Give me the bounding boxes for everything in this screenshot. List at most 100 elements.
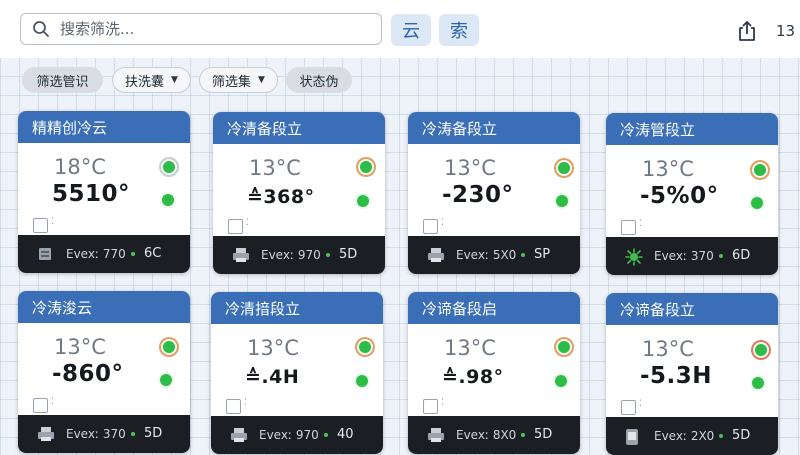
- card-temperature: 13°C: [444, 336, 496, 360]
- device-card-1[interactable]: 精精创冷云 18°C 5510° ⁚ Evexː 770 6C: [18, 111, 190, 273]
- caret-down-icon: ▼: [171, 75, 178, 85]
- online-indicator-icon: [556, 195, 568, 207]
- card-title: 冷涛管段立: [606, 113, 778, 145]
- card-temperature: 13°C: [642, 337, 694, 361]
- drag-handle-icon: ⁚: [51, 217, 54, 227]
- card-model: Evexː 970: [261, 248, 321, 262]
- card-model: Evexː 5X0: [456, 248, 517, 262]
- card-footer: Evexː 770 6C: [18, 235, 190, 273]
- status-indicator-icon: [163, 161, 175, 173]
- search-box[interactable]: [20, 13, 382, 45]
- card-value: ≙.98°: [442, 366, 504, 388]
- status-indicator-icon: [755, 344, 767, 356]
- search-input[interactable]: [58, 19, 362, 39]
- drag-handle-icon: ⁚: [246, 218, 249, 228]
- card-footer: Evexː 970 5D: [213, 236, 385, 274]
- card-title: 冷谛备段启: [408, 292, 580, 324]
- filter-chip-1[interactable]: 筛选管识: [22, 67, 103, 93]
- footer-status-dot: [131, 252, 135, 256]
- online-indicator-icon: [357, 195, 369, 207]
- device-card-5[interactable]: 冷涛浚云 13°C -860° ⁚ Evexː 370 5D: [18, 291, 190, 453]
- select-checkbox[interactable]: [423, 399, 438, 414]
- card-title: 冷清揞段立: [211, 292, 383, 324]
- filter-chip-label: 状态伪: [299, 74, 339, 90]
- card-code: 5D: [534, 427, 553, 442]
- filter-dropdown-2[interactable]: 扶洗囊 ▼: [112, 67, 191, 93]
- search-button[interactable]: 索: [439, 14, 479, 46]
- online-indicator-icon: [752, 377, 764, 389]
- card-temperature: 13°C: [444, 156, 496, 180]
- printer-icon: [428, 248, 444, 262]
- status-indicator-icon: [359, 341, 371, 353]
- card-model: Evexː 370: [66, 427, 126, 441]
- filter-chip-4[interactable]: 状态伪: [286, 67, 352, 93]
- card-value: ≙368°: [247, 186, 315, 208]
- device-card-2[interactable]: 冷清备段立 13°C ≙368° ⁚ Evexː 970 5D: [213, 112, 385, 274]
- card-value: -5.3H: [640, 363, 713, 389]
- online-indicator-icon: [555, 375, 567, 387]
- card-model: Evexː 370: [654, 249, 714, 263]
- card-temperature: 13°C: [642, 157, 694, 181]
- device-card-7[interactable]: 冷谛备段启 13°C ≙.98° ⁚ Evexː 8X0 5D: [408, 292, 580, 454]
- online-indicator-icon: [751, 197, 763, 209]
- card-temperature: 18°C: [54, 155, 106, 179]
- top-bar: 云 索 13: [0, 0, 800, 58]
- footer-status-dot: [719, 254, 723, 258]
- select-checkbox[interactable]: [33, 398, 48, 413]
- result-count: 13: [776, 22, 796, 40]
- card-temperature: 13°C: [54, 335, 106, 359]
- card-code: 6C: [144, 246, 162, 261]
- status-indicator-icon: [754, 164, 766, 176]
- select-checkbox[interactable]: [423, 219, 438, 234]
- filter-chip-label: 扶洗囊: [125, 74, 165, 90]
- device-card-3[interactable]: 冷涛备段立 13°C -230° ⁚ Evexː 5X0 SP: [408, 112, 580, 274]
- status-indicator-icon: [558, 162, 570, 174]
- footer-status-dot: [521, 433, 525, 437]
- drag-handle-icon: ⁚: [441, 218, 444, 228]
- card-footer: Evexː 370 5D: [18, 415, 190, 453]
- card-footer: Evexː 8X0 5D: [408, 416, 580, 454]
- card-footer: Evexː 5X0 SP: [408, 236, 580, 274]
- server-icon: [39, 248, 51, 260]
- cloud-button[interactable]: 云: [391, 14, 431, 46]
- select-checkbox[interactable]: [621, 400, 636, 415]
- printer-icon: [233, 248, 249, 262]
- card-code: 5D: [732, 428, 751, 443]
- device-card-4[interactable]: 冷涛管段立 13°C -5%0° ⁚ Evexː 370 6D: [606, 113, 778, 275]
- drag-handle-icon: ⁚: [244, 398, 247, 408]
- select-checkbox[interactable]: [228, 219, 243, 234]
- drag-handle-icon: ⁚: [51, 397, 54, 407]
- card-value: 5510°: [52, 181, 131, 207]
- filter-chip-label: 筛选管识: [36, 74, 89, 90]
- card-value: ≙.4H: [245, 366, 300, 388]
- device-icon: [626, 429, 638, 445]
- filter-dropdown-3[interactable]: 筛选集 ▼: [199, 67, 278, 93]
- device-card-8[interactable]: 冷谛备段立 13°C -5.3H ⁚ Evexː 2X0 5D: [606, 293, 778, 455]
- share-icon[interactable]: [737, 20, 757, 42]
- card-model: Evexː 770: [66, 247, 126, 261]
- card-value: -230°: [442, 182, 514, 208]
- printer-icon: [38, 427, 54, 441]
- footer-status-dot: [326, 253, 330, 257]
- footer-status-dot: [719, 434, 723, 438]
- footer-status-dot: [131, 432, 135, 436]
- card-code: 6D: [732, 248, 751, 263]
- card-footer: Evexː 370 6D: [606, 237, 778, 275]
- select-checkbox[interactable]: [226, 399, 241, 414]
- card-code: 5D: [339, 247, 358, 262]
- caret-down-icon: ▼: [258, 75, 265, 85]
- card-title: 冷涛浚云: [18, 291, 190, 323]
- card-temperature: 13°C: [247, 336, 299, 360]
- card-code: SP: [534, 247, 551, 262]
- card-title: 精精创冷云: [18, 111, 190, 143]
- select-checkbox[interactable]: [33, 218, 48, 233]
- search-icon: [33, 21, 49, 37]
- status-indicator-icon: [360, 161, 372, 173]
- card-code: 40: [337, 427, 354, 442]
- card-value: -860°: [52, 361, 124, 387]
- card-footer: Evexː 2X0 5D: [606, 417, 778, 455]
- status-indicator-icon: [558, 341, 570, 353]
- select-checkbox[interactable]: [621, 220, 636, 235]
- device-card-6[interactable]: 冷清揞段立 13°C ≙.4H ⁚ Evexː 970 40: [211, 292, 383, 454]
- card-value: -5%0°: [640, 183, 719, 209]
